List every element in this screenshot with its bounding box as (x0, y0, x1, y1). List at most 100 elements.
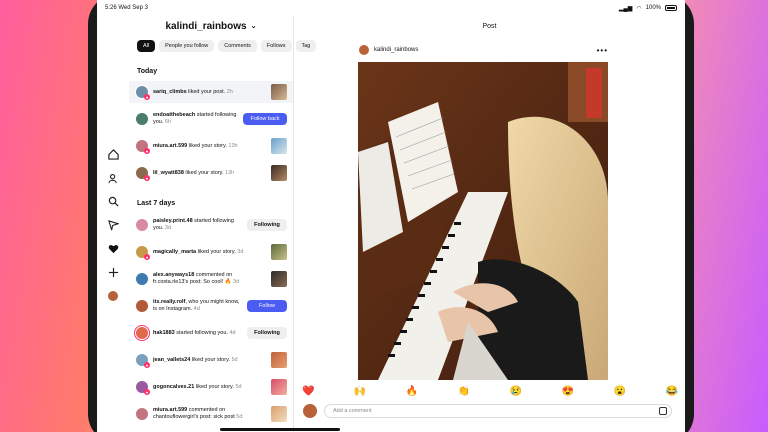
reaction-crying[interactable]: 😢 (510, 386, 522, 397)
notification-user[interactable]: gogoncalves.21 (153, 384, 194, 390)
notification-row[interactable]: hak1883 started following you. 4d Follow… (129, 322, 293, 344)
notification-user[interactable]: lil_wyatt838 (153, 170, 184, 176)
current-user-avatar (302, 403, 318, 419)
post-panel: Post kalindi_rainbows ••• ❤️ 🙌 🔥 👏 😢 😍 😮… (293, 16, 685, 432)
heart-badge-icon: ♥ (144, 94, 150, 100)
notification-user[interactable]: alex.anyways18 (153, 272, 194, 278)
send-icon[interactable] (105, 217, 121, 233)
heart-badge-icon: ♥ (144, 175, 150, 181)
story-thumbnail[interactable] (271, 352, 287, 368)
notification-user[interactable]: sariq_climbs (153, 89, 187, 95)
post-author-avatar[interactable] (358, 44, 370, 56)
battery-label: 100% (645, 5, 661, 11)
section-today: Today (137, 68, 158, 75)
notification-user[interactable]: its.really.rolf (153, 299, 185, 305)
signal-icon: ▂▄▆ (618, 5, 633, 12)
comment-row: Add a comment (302, 402, 672, 420)
post-photo[interactable] (358, 62, 608, 380)
status-time: 5:26 (105, 5, 117, 11)
notification-row[interactable]: ♥ magically_marta liked your story. 3d (129, 241, 293, 263)
post-header: kalindi_rainbows ••• (358, 42, 608, 58)
account-switcher[interactable]: kalindi_rainbows ⌄ (129, 16, 293, 36)
avatar: ♥ (135, 85, 150, 100)
avatar (135, 272, 149, 286)
story-thumbnail[interactable] (271, 379, 287, 395)
reaction-fire[interactable]: 🔥 (406, 386, 418, 397)
notification-row[interactable]: its.really.rolf, who you might know, is … (129, 295, 293, 317)
post-thumbnail[interactable] (271, 271, 287, 287)
notification-row[interactable]: miura.art.599 commented on chantouflower… (129, 403, 293, 425)
people-icon[interactable] (105, 170, 121, 186)
story-thumbnail[interactable] (271, 165, 287, 181)
avatar (135, 218, 149, 232)
post-title: Post (482, 22, 497, 30)
notification-user[interactable]: hak1883 (153, 330, 175, 336)
follow-button[interactable]: Follow (247, 300, 287, 312)
avatar (135, 299, 149, 313)
home-indicator (220, 428, 340, 431)
filter-follows[interactable]: Follows (260, 40, 292, 52)
nav-rail (97, 16, 129, 432)
filter-all[interactable]: All (137, 40, 156, 52)
heart-badge-icon: ♥ (144, 148, 150, 154)
battery-icon (665, 5, 677, 11)
home-icon[interactable] (105, 146, 121, 162)
reaction-raised-hands[interactable]: 🙌 (354, 386, 366, 397)
post-thumbnail[interactable] (271, 406, 287, 422)
filter-people-you-follow[interactable]: People you follow (159, 40, 215, 52)
notifications-panel: kalindi_rainbows ⌄ All People you follow… (129, 16, 317, 432)
post-author-username[interactable]: kalindi_rainbows (374, 47, 418, 53)
quick-reactions: ❤️ 🙌 🔥 👏 😢 😍 😮 😂 (302, 384, 678, 398)
avatar (135, 407, 149, 421)
follow-back-button[interactable]: Follow back (243, 113, 287, 125)
reaction-surprised[interactable]: 😮 (614, 386, 626, 397)
following-button[interactable]: Following (247, 327, 287, 339)
comment-placeholder: Add a comment (333, 408, 372, 414)
notification-row[interactable]: endoatthebeach started following you. 6h… (129, 108, 293, 130)
app-screen: 5:26 Wed Sep 3 ▂▄▆ ◠ 100% kalindi_rainbo… (97, 0, 685, 432)
plus-icon[interactable] (105, 264, 121, 280)
section-last-7-days: Last 7 days (137, 200, 176, 207)
heart-icon[interactable] (105, 240, 121, 256)
notification-user[interactable]: miura.art.599 (153, 407, 187, 413)
heart-badge-icon: ♥ (144, 254, 150, 260)
sticker-icon[interactable] (659, 407, 667, 415)
notification-row[interactable]: paisley.print.48 started following you. … (129, 214, 293, 236)
notification-row[interactable]: ♥ miura.art.599 liked your story. 13h (129, 135, 293, 157)
notification-row[interactable]: alex.anyways18 commented on fr.costa.rle… (129, 268, 293, 290)
heart-badge-icon: ♥ (144, 389, 150, 395)
search-icon[interactable] (105, 193, 121, 209)
notification-row[interactable]: ♥ jean_vallets24 liked your story. 5d (129, 349, 293, 371)
story-thumbnail[interactable] (271, 138, 287, 154)
filter-comments[interactable]: Comments (218, 40, 257, 52)
avatar (135, 326, 149, 340)
reaction-clap[interactable]: 👏 (458, 386, 470, 397)
chevron-down-icon: ⌄ (250, 23, 257, 30)
notification-user[interactable]: magically_marta (153, 249, 196, 255)
notification-user[interactable]: miura.art.599 (153, 143, 187, 149)
reaction-heart[interactable]: ❤️ (302, 386, 314, 397)
reaction-heart-eyes[interactable]: 😍 (562, 386, 574, 397)
profile-avatar[interactable] (105, 288, 121, 304)
notification-row[interactable]: ♥ sariq_climbs liked your post. 2h (129, 81, 293, 103)
avatar: ♥ (135, 166, 150, 181)
account-name: kalindi_rainbows (165, 20, 247, 32)
status-date: Wed Sep 3 (118, 5, 148, 11)
reaction-laughing[interactable]: 😂 (665, 386, 677, 397)
notification-user[interactable]: jean_vallets24 (153, 357, 190, 363)
notification-row[interactable]: ♥ lil_wyatt838 liked your story. 13h (129, 162, 293, 184)
notification-user[interactable]: paisley.print.48 (153, 218, 193, 224)
avatar: ♥ (135, 245, 150, 260)
more-options-icon[interactable]: ••• (597, 46, 608, 55)
wifi-icon: ◠ (636, 5, 642, 12)
notification-user[interactable]: endoatthebeach (153, 112, 195, 118)
filter-chips: All People you follow Comments Follows T… (137, 40, 317, 52)
avatar: ♥ (135, 380, 150, 395)
post-thumbnail[interactable] (271, 84, 287, 100)
avatar: ♥ (135, 353, 150, 368)
following-button[interactable]: Following (247, 219, 287, 231)
story-thumbnail[interactable] (271, 244, 287, 260)
notification-row[interactable]: ♥ gogoncalves.21 liked your story. 5d (129, 376, 293, 398)
avatar: ♥ (135, 139, 150, 154)
comment-input[interactable]: Add a comment (324, 404, 672, 418)
